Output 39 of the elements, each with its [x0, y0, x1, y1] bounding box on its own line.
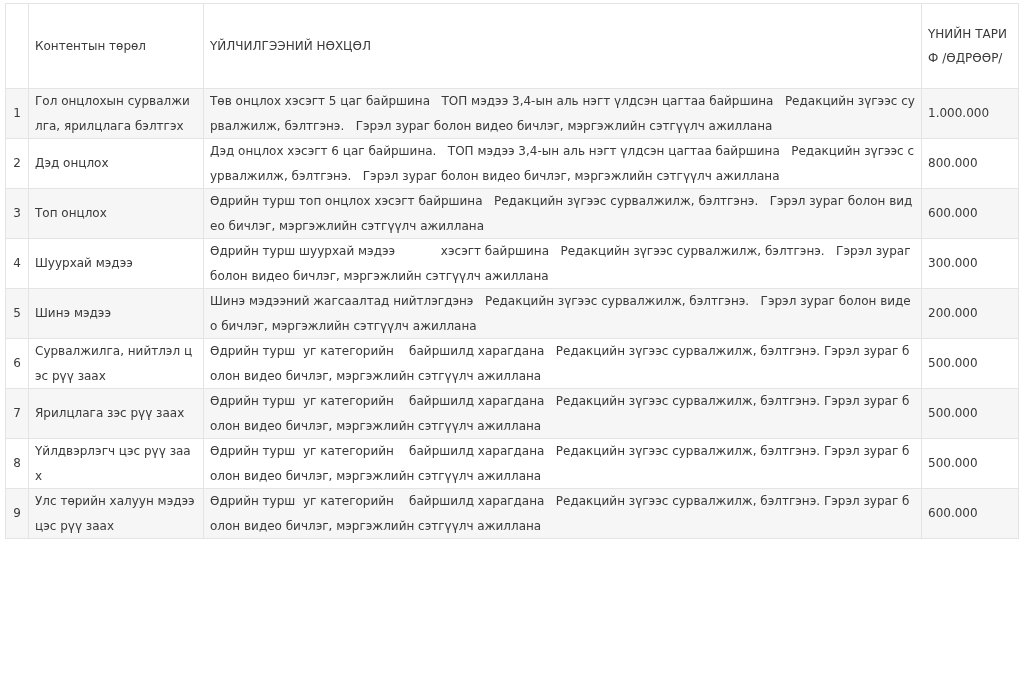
row-number: 5: [5, 288, 29, 339]
table-cell: 600.000: [921, 188, 1019, 239]
table-cell: Өдрийн турш топ онцлох хэсэгт байршина Редакцийн зүгээс сурвалжилж, бэлтгэнэ. Гэрэл зураг болон видео бичлэг, мэргэжлийн сэтгүүлч ажиллана: [203, 188, 922, 239]
table-cell: 800.000: [921, 138, 1019, 189]
table-cell: Өдрийн турш уг категорийн байршилд харагдана Редакцийн зүгээс сурвалжилж, бэлтгэнэ. Гэрэл зураг болон видео бичлэг, мэргэжлийн сэтгүүлч ажиллана: [203, 488, 922, 539]
table-cell: Топ онцлох: [28, 188, 204, 239]
row-number: 2: [5, 138, 29, 189]
table-cell: 1.000.000: [921, 88, 1019, 139]
row-number: 9: [5, 488, 29, 539]
row-number: 4: [5, 238, 29, 289]
row-number: 8: [5, 438, 29, 489]
table-cell: Шинэ мэдээ: [28, 288, 204, 339]
table-cell: Төв онцлох хэсэгт 5 цаг байршина ТОП мэдээ 3,4-ын аль нэгт үлдсэн цагтаа байршина Редакцийн зүгээс сурвалжилж, бэлтгэнэ. Гэрэл зураг болон видео бичлэг, мэргэжлийн сэтгүүлч ажиллана: [203, 88, 922, 139]
table-cell: Дэд онцлох хэсэгт 6 цаг байршина. ТОП мэдээ 3,4-ын аль нэгт үлдсэн цагтаа байршина Редакцийн зүгээс сурвалжилж, бэлтгэнэ. Гэрэл зураг болон видео бичлэг, мэргэжлийн сэтгүүлч ажиллана: [203, 138, 922, 189]
table-cell: Гол онцлохын сурвалжилга, ярилцлага бэлтгэх: [28, 88, 204, 139]
table-cell: Дэд онцлох: [28, 138, 204, 189]
table-cell: 500.000: [921, 338, 1019, 389]
row-number: 6: [5, 338, 29, 389]
table-cell: Шинэ мэдээний жагсаалтад нийтлэгдэнэ Редакцийн зүгээс сурвалжилж, бэлтгэнэ. Гэрэл зураг болон видео бичлэг, мэргэжлийн сэтгүүлч ажиллана: [203, 288, 922, 339]
table-cell: Өдрийн турш уг категорийн байршилд харагдана Редакцийн зүгээс сурвалжилж, бэлтгэнэ. Гэрэл зураг болон видео бичлэг, мэргэжлийн сэтгүүлч ажиллана: [203, 438, 922, 489]
column-header: ҮЙЛЧИЛГЭЭНИЙ НӨХЦӨЛ: [203, 3, 922, 89]
table-cell: Сурвалжилга, нийтлэл цэс рүү заах: [28, 338, 204, 389]
table-cell: Улс төрийн халуун мэдээ цэс рүү заах: [28, 488, 204, 539]
column-header: Контентын төрөл: [28, 3, 204, 89]
table-cell: 600.000: [921, 488, 1019, 539]
table-cell: Шуурхай мэдээ: [28, 238, 204, 289]
table-cell: Өдрийн турш уг категорийн байршилд харагдана Редакцийн зүгээс сурвалжилж, бэлтгэнэ. Гэрэл зураг болон видео бичлэг, мэргэжлийн сэтгүүлч ажиллана: [203, 388, 922, 439]
table-cell: 200.000: [921, 288, 1019, 339]
table-cell: 500.000: [921, 438, 1019, 489]
table-cell: Өдрийн турш шуурхай мэдээ хэсэгт байршина Редакцийн зүгээс сурвалжилж, бэлтгэнэ. Гэрэл зураг болон видео бичлэг, мэргэжлийн сэтгүүлч ажиллана: [203, 238, 922, 289]
table-cell: 500.000: [921, 388, 1019, 439]
table-cell: 300.000: [921, 238, 1019, 289]
row-number: 7: [5, 388, 29, 439]
column-header: ҮНИЙН ТАРИФ /ӨДРӨӨР/: [921, 3, 1019, 89]
row-number: 3: [5, 188, 29, 239]
table-cell: Үйлдвэрлэгч цэс рүү заах: [28, 438, 204, 489]
table-cell: Ярилцлага зэс рүү заах: [28, 388, 204, 439]
row-number: 1: [5, 88, 29, 139]
table-cell: Өдрийн турш уг категорийн байршилд харагдана Редакцийн зүгээс сурвалжилж, бэлтгэнэ. Гэрэл зураг болон видео бичлэг, мэргэжлийн сэтгүүлч ажиллана: [203, 338, 922, 389]
